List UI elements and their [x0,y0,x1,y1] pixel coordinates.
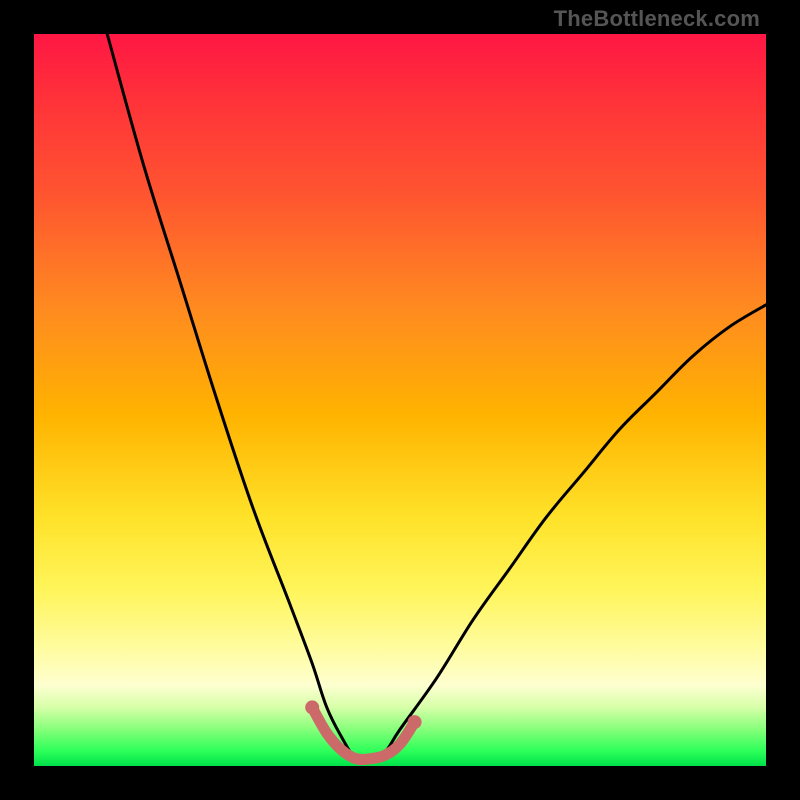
watermark-text: TheBottleneck.com [554,6,760,32]
chart-stage: TheBottleneck.com [0,0,800,800]
plot-area [34,34,766,766]
optimal-range-curve [312,707,414,759]
bottleneck-curve [107,34,766,761]
optimal-range-dot [408,715,422,729]
curve-layer [34,34,766,766]
optimal-range-dot [305,700,319,714]
